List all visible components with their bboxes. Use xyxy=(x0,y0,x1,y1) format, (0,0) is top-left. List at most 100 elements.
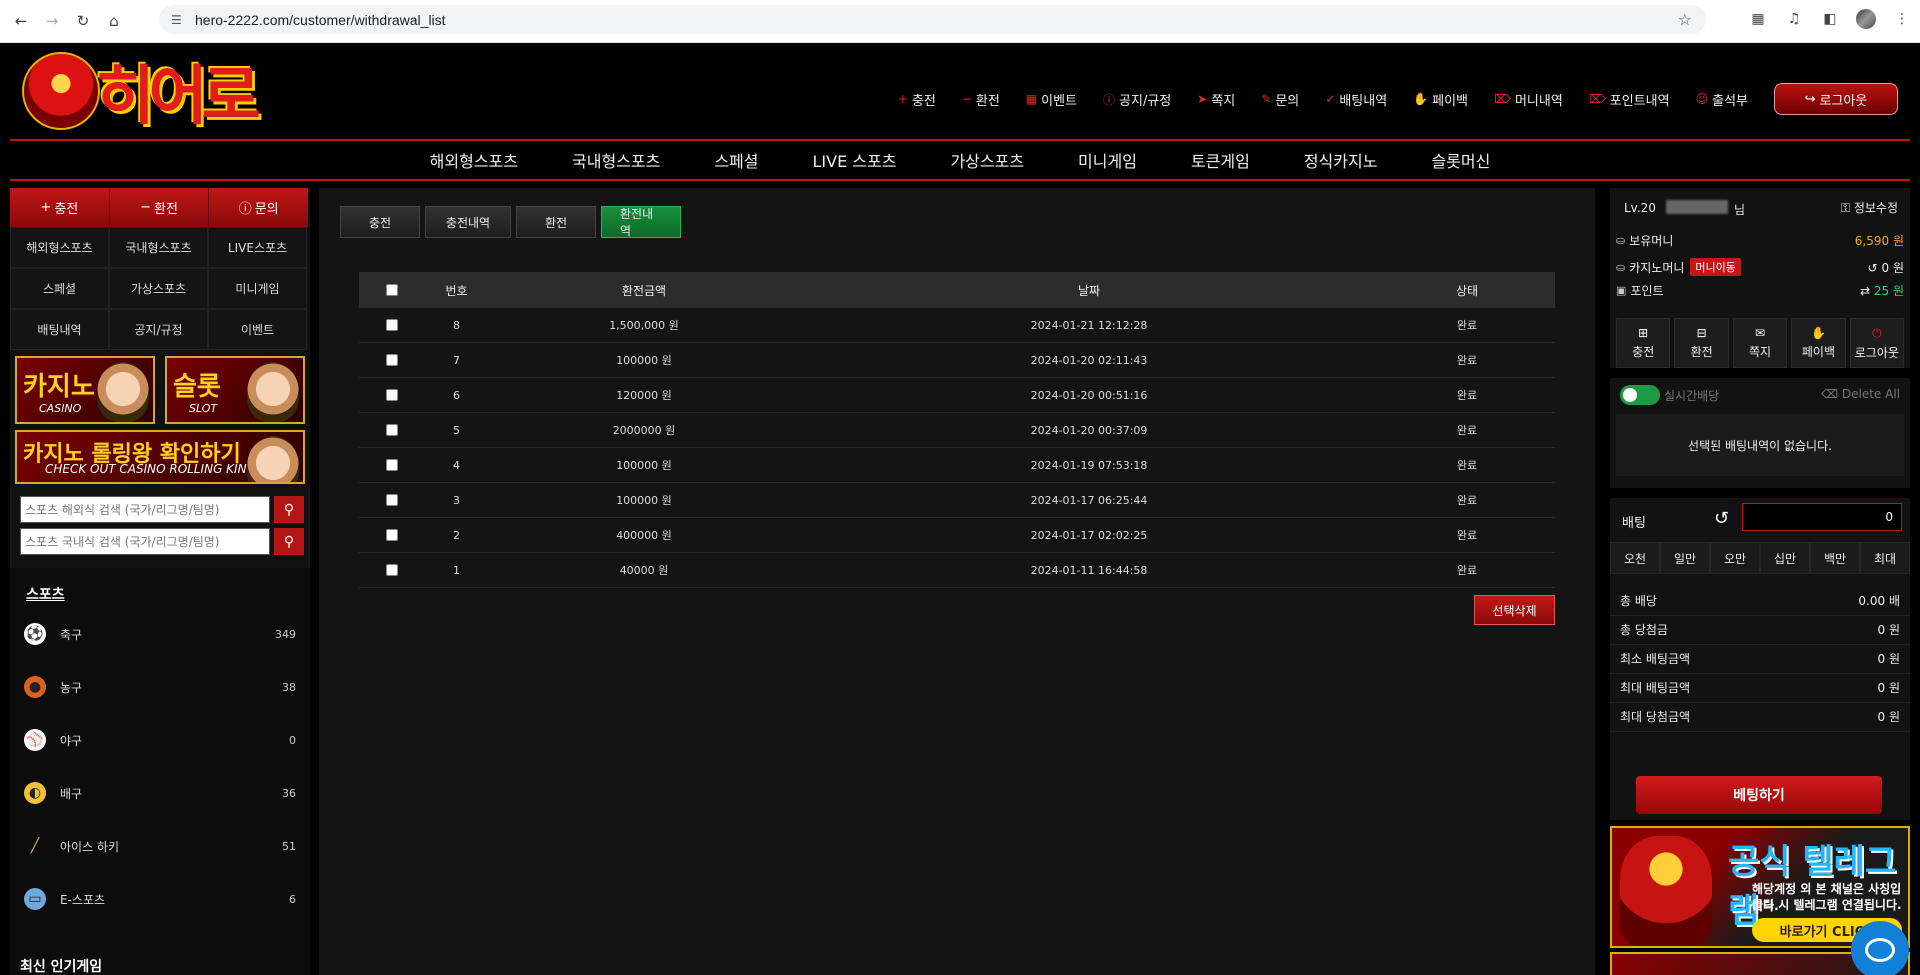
sport-item[interactable]: ▭ E-스포츠 6 xyxy=(24,873,296,925)
main-nav-item[interactable]: 해외형스포츠 xyxy=(430,148,518,172)
topmenu-item[interactable]: ⓘ 공지/규정 xyxy=(1103,90,1171,109)
topmenu-item[interactable]: ✎ 문의 xyxy=(1261,90,1299,109)
main-nav-item[interactable]: 슬롯머신 xyxy=(1431,148,1490,172)
tab-3[interactable]: 환전 xyxy=(516,206,596,238)
site-info-icon[interactable]: ☰ xyxy=(171,13,185,27)
sport-item[interactable]: ⚾ 야구 0 xyxy=(24,714,296,766)
extensions-icon[interactable]: ▦ xyxy=(1748,9,1768,29)
row-checkbox[interactable] xyxy=(385,319,398,331)
topmenu-item[interactable]: ➤ 쪽지 xyxy=(1197,90,1235,109)
url-text[interactable]: hero-2222.com/customer/withdrawal_list xyxy=(195,12,446,28)
table-row: 8 1,500,000 원 2024-01-21 12:12:28 완료 xyxy=(359,308,1555,343)
row-checkbox[interactable] xyxy=(385,389,398,401)
action-button[interactable]: ⊟ 환전 xyxy=(1674,318,1729,368)
topmenu-item[interactable]: − 환전 xyxy=(962,90,1000,109)
logout-button[interactable]: ↪ 로그아웃 xyxy=(1774,83,1898,115)
bet-amount-input[interactable]: 0 xyxy=(1742,503,1902,531)
address-bar[interactable]: ☰ hero-2222.com/customer/withdrawal_list… xyxy=(159,5,1706,34)
home-icon[interactable]: ⌂ xyxy=(104,11,124,31)
delete-selected-button[interactable]: 선택삭제 xyxy=(1474,595,1555,625)
search-foreign-input[interactable]: 스포츠 해외식 검색 (국가/리그명/팀명) xyxy=(20,496,270,523)
casino-banner[interactable]: 카지노 CASINO xyxy=(15,356,155,424)
amount-button[interactable]: 십만 xyxy=(1760,542,1810,574)
row-checkbox[interactable] xyxy=(385,494,398,506)
action-button[interactable]: ✉ 쪽지 xyxy=(1732,318,1788,368)
quick-button[interactable]: + 충전 xyxy=(10,188,110,227)
place-bet-button[interactable]: 베팅하기 xyxy=(1636,776,1882,814)
col-amount: 환전금액 xyxy=(621,283,667,298)
row-checkbox[interactable] xyxy=(385,529,398,541)
row-checkbox[interactable] xyxy=(385,424,398,436)
topmenu-item[interactable]: ☺ 출석부 xyxy=(1696,90,1748,109)
amount-button[interactable]: 최대 xyxy=(1860,542,1910,574)
site-logo[interactable]: 히어로 xyxy=(22,51,280,134)
category-link[interactable]: 미니게임 xyxy=(208,268,307,309)
main-nav-item[interactable]: 스페셜 xyxy=(714,148,758,172)
category-link[interactable]: 가상스포츠 xyxy=(109,268,208,309)
topmenu-item[interactable]: ⌦ 머니내역 xyxy=(1494,90,1563,109)
sport-item[interactable]: ◐ 배구 36 xyxy=(24,767,296,819)
tab-2[interactable]: 충전내역 xyxy=(425,206,511,238)
delete-all-button[interactable]: ⌫ Delete All xyxy=(1821,387,1900,401)
profile-avatar[interactable] xyxy=(1856,9,1876,29)
action-button[interactable]: ⊞ 충전 xyxy=(1616,318,1671,368)
main-nav-item[interactable]: 정식카지노 xyxy=(1304,148,1378,172)
tab-4[interactable]: 환전내역 xyxy=(601,206,681,238)
sidepanel-icon[interactable]: ◧ xyxy=(1820,9,1840,29)
topmenu-item[interactable]: + 충전 xyxy=(898,90,936,109)
casino-money-amount: 0 원 xyxy=(1881,260,1905,275)
main-nav-item[interactable]: 토큰게임 xyxy=(1191,148,1250,172)
search-icon[interactable]: ⚲ xyxy=(274,496,304,523)
topmenu-item[interactable]: ⌦ 포인트내역 xyxy=(1589,90,1670,109)
category-link[interactable]: 이벤트 xyxy=(208,309,307,350)
chat-button[interactable] xyxy=(1851,921,1909,975)
sport-item[interactable]: ● 농구 38 xyxy=(24,661,296,713)
row-checkbox[interactable] xyxy=(385,354,398,366)
quick-button[interactable]: ⓘ 문의 xyxy=(209,188,309,227)
category-link[interactable]: 공지/규정 xyxy=(109,309,208,350)
money-transfer-button[interactable]: 머니이동 xyxy=(1690,258,1741,276)
media-icon[interactable]: ♫ xyxy=(1784,9,1804,29)
rolling-king-banner[interactable]: 카지노 롤링왕 확인하기 CHECK OUT CASINO ROLLING KI… xyxy=(15,430,305,484)
select-all-checkbox[interactable] xyxy=(385,284,398,296)
sports-title[interactable]: 스포츠 xyxy=(26,584,65,604)
main-nav-item[interactable]: 가상스포츠 xyxy=(950,148,1024,172)
main-nav-item[interactable]: 미니게임 xyxy=(1078,148,1137,172)
main-nav-item[interactable]: 국내형스포츠 xyxy=(572,148,660,172)
live-odds-toggle[interactable] xyxy=(1620,385,1660,405)
more-menu-icon[interactable]: ⋮ xyxy=(1892,9,1912,29)
slot-banner[interactable]: 슬롯 SLOT xyxy=(165,356,305,424)
exchange-icon[interactable]: ⇄ xyxy=(1860,284,1874,298)
bookmark-star-icon[interactable]: ☆ xyxy=(1678,10,1692,29)
refresh-icon[interactable]: ↺ xyxy=(1868,261,1882,275)
category-link[interactable]: 스페셜 xyxy=(10,268,109,309)
reload-icon[interactable]: ↻ xyxy=(73,11,93,31)
back-arrow-icon[interactable]: ← xyxy=(11,11,31,31)
row-checkbox[interactable] xyxy=(385,459,398,471)
category-link[interactable]: 국내형스포츠 xyxy=(109,227,208,268)
topmenu-item[interactable]: ▦ 이벤트 xyxy=(1026,90,1077,109)
sport-item[interactable]: ⚽ 축구 349 xyxy=(24,608,296,660)
amount-button[interactable]: 백만 xyxy=(1810,542,1860,574)
category-link[interactable]: 해외형스포츠 xyxy=(10,227,109,268)
amount-button[interactable]: 오천 xyxy=(1610,542,1660,574)
sport-count: 51 xyxy=(282,839,296,853)
amount-button[interactable]: 일만 xyxy=(1660,542,1710,574)
category-link[interactable]: 배팅내역 xyxy=(10,309,109,350)
action-button[interactable]: ⏻ 로그아웃 xyxy=(1849,318,1905,368)
edit-info-link[interactable]: ⚿ 정보수정 xyxy=(1841,199,1898,216)
topmenu-item[interactable]: ✓ 배팅내역 xyxy=(1325,90,1387,109)
row-checkbox[interactable] xyxy=(385,564,398,576)
main-nav-item[interactable]: LIVE 스포츠 xyxy=(813,148,897,172)
category-link[interactable]: LIVE스포츠 xyxy=(208,227,307,268)
search-domestic-input[interactable]: 스포츠 국내식 검색 (국가/리그명/팀명) xyxy=(20,528,270,555)
sport-item[interactable]: ╱ 아이스 하키 51 xyxy=(24,820,296,872)
action-button[interactable]: ✋ 페이백 xyxy=(1791,318,1846,368)
search-icon[interactable]: ⚲ xyxy=(274,528,304,555)
tab-1[interactable]: 충전 xyxy=(340,206,420,238)
quick-button[interactable]: − 환전 xyxy=(109,188,210,227)
forward-arrow-icon[interactable]: → xyxy=(42,11,62,31)
reset-icon[interactable]: ↺ xyxy=(1714,508,1729,529)
topmenu-item[interactable]: ✋ 페이백 xyxy=(1413,90,1468,109)
amount-button[interactable]: 오만 xyxy=(1710,542,1760,574)
